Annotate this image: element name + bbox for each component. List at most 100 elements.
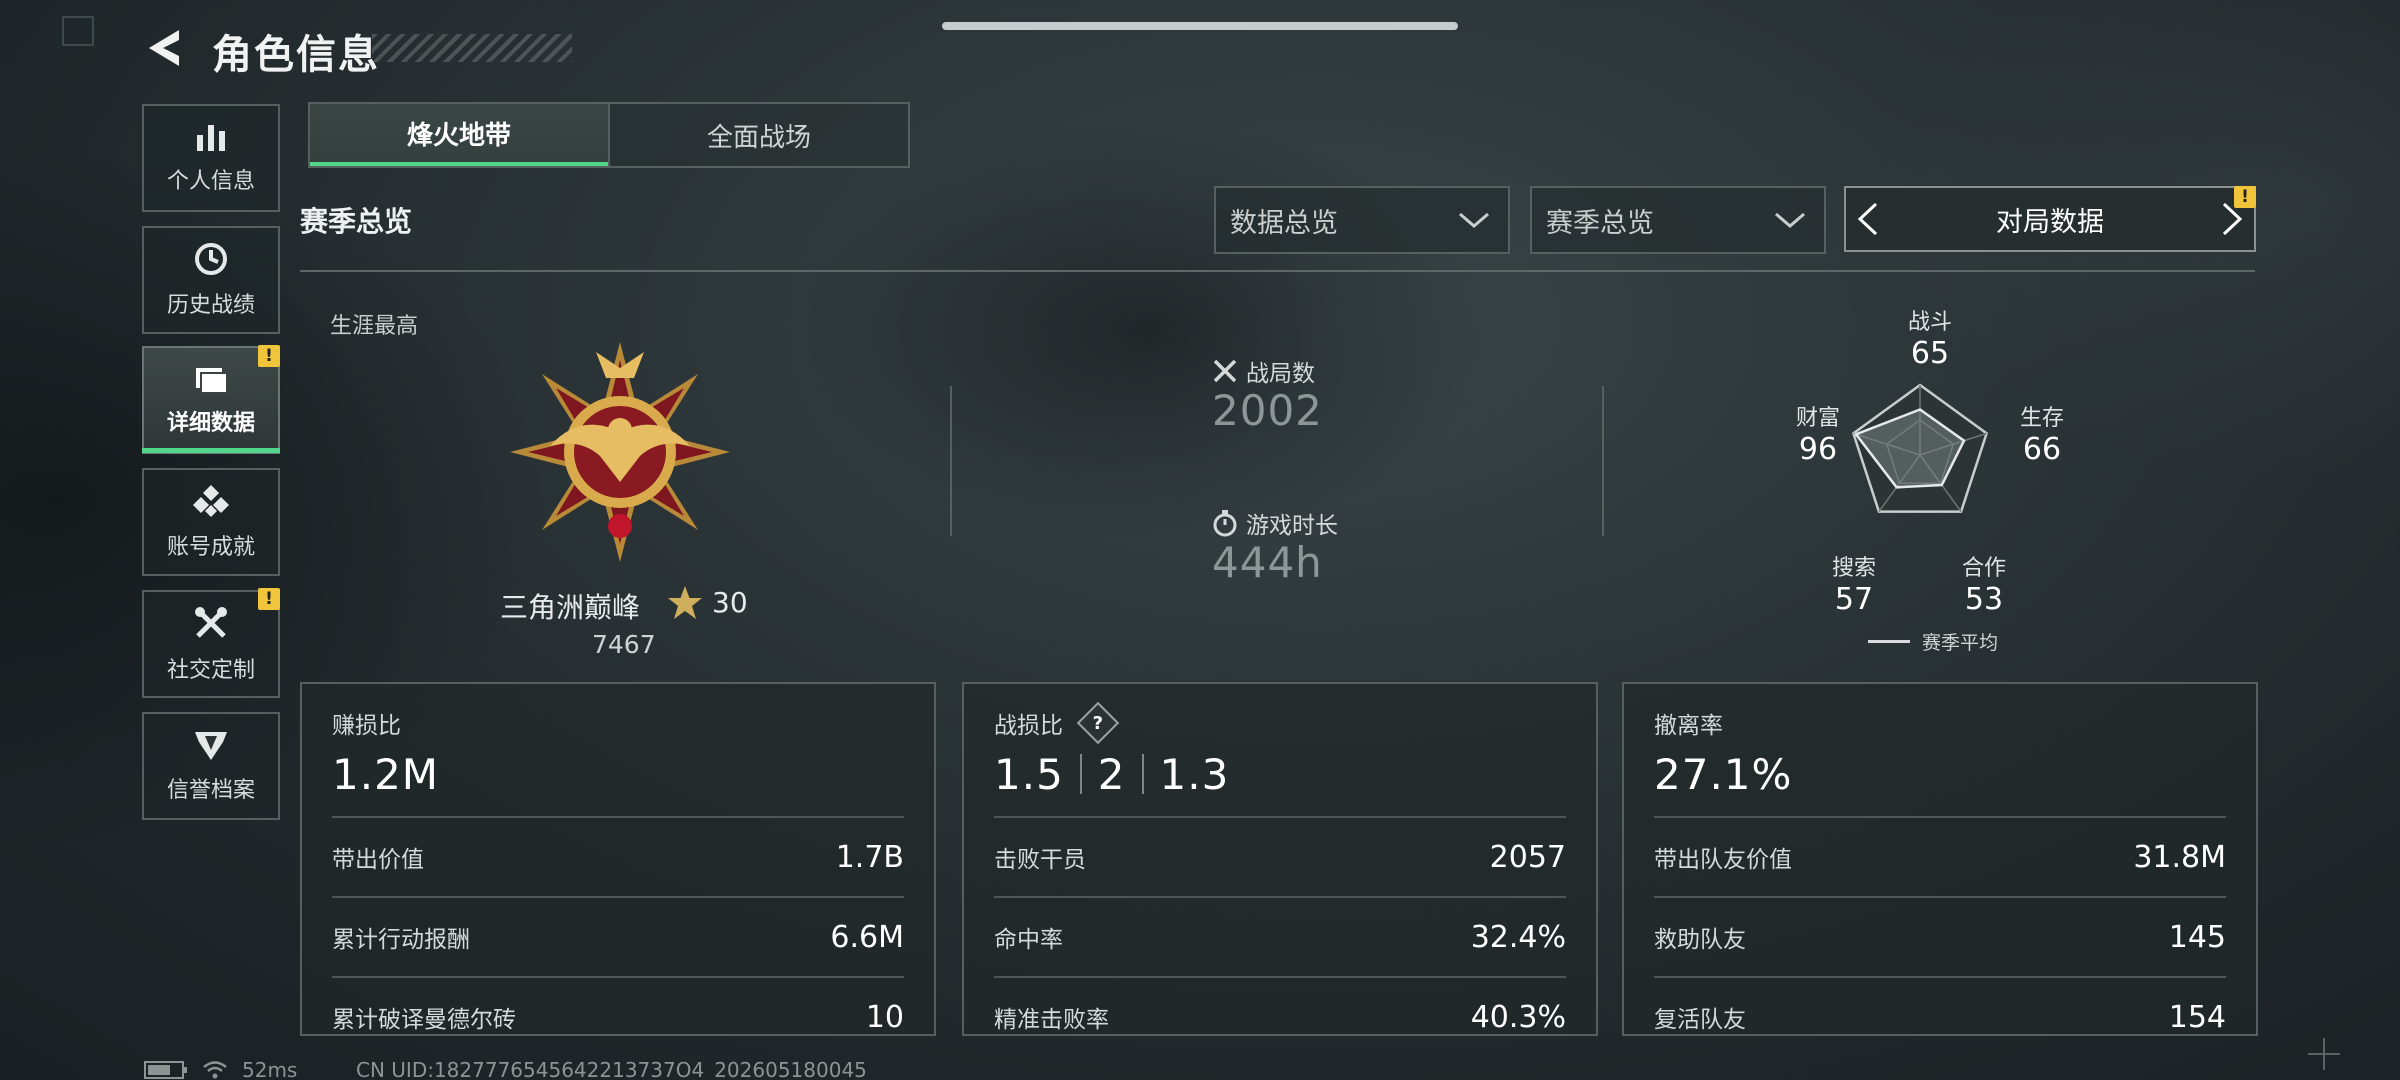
card-main-value: 1.5 2 1.3	[994, 746, 1566, 802]
playtime-value: 444h	[1212, 538, 1323, 587]
stat-row: 累计破译曼德尔砖 10	[332, 976, 904, 1056]
divider	[950, 386, 952, 536]
crossed-swords-icon	[1213, 359, 1237, 383]
stat-row: 带出价值 1.7B	[332, 816, 904, 896]
profit-loss-card: 赚损比 1.2M 带出价值 1.7B 累计行动报酬 6.6M 累计破译曼德尔砖 10	[300, 682, 936, 1036]
home-indicator[interactable]	[942, 22, 1458, 30]
corner-frame	[62, 16, 94, 46]
active-indicator	[142, 448, 280, 453]
chevron-left-icon[interactable]	[1856, 201, 1880, 237]
card-title-text: 战损比	[994, 713, 1063, 739]
warning-badge: !	[258, 588, 280, 610]
wrench-icon	[195, 607, 227, 638]
card-title-text: 赚损比	[332, 713, 401, 739]
stat-key: 带出队友价值	[1654, 847, 1792, 873]
stat-row: 命中率 32.4%	[994, 896, 1566, 976]
rank-name: 三角洲巅峰	[500, 591, 641, 624]
stat-value: 31.8M	[2133, 839, 2226, 875]
match-data-pager: 对局数据	[1844, 186, 2256, 252]
sidebar-item-history[interactable]: 历史战绩	[142, 226, 280, 334]
back-button[interactable]	[140, 22, 190, 74]
dropdown-value: 数据总览	[1230, 207, 1338, 239]
radar-label: 搜索	[1831, 556, 1876, 581]
radar-value: 65	[1910, 336, 1950, 371]
radar-value: 96	[1798, 432, 1838, 467]
history-clock-icon	[195, 243, 227, 275]
tab-hazard-zone[interactable]: 烽火地带	[310, 104, 608, 166]
radar-axis-teamwork: 合作 53	[1944, 550, 2024, 617]
radar-axis-survival: 生存 66	[2002, 400, 2082, 467]
help-glyph: ?	[1092, 712, 1104, 734]
stat-key: 复活队友	[1654, 1007, 1746, 1033]
chevron-down-icon	[1775, 212, 1805, 228]
stopwatch-icon	[1213, 510, 1237, 537]
radar-axis-combat: 战斗 65	[1890, 304, 1970, 371]
stat-value: 6.6M	[830, 919, 904, 955]
sidebar-item-label: 详细数据	[166, 411, 255, 436]
radar-axis-search: 搜索 57	[1814, 550, 1894, 617]
stat-key: 精准击败率	[994, 1007, 1109, 1033]
ping-value: 52ms	[242, 1058, 298, 1080]
stat-row: 累计行动报酬 6.6M	[332, 896, 904, 976]
stat-key: 累计行动报酬	[332, 927, 470, 953]
matches-label: 战局数	[1212, 354, 1315, 388]
radar-label: 财富	[1795, 406, 1840, 431]
sidebar-item-achievements[interactable]: 账号成就	[142, 468, 280, 576]
stat-value: 40.3%	[1470, 999, 1566, 1035]
card-rows: 击败干员 2057 命中率 32.4% 精准击败率 40.3%	[994, 816, 1566, 1056]
sidebar-item-credit[interactable]: 信誉档案	[142, 712, 280, 820]
stat-key: 累计破译曼德尔砖	[332, 1007, 516, 1033]
matches-label-text: 战局数	[1246, 361, 1315, 387]
divider	[1602, 386, 1604, 536]
radar-value: 57	[1834, 582, 1874, 617]
dropdown-value: 赛季总览	[1546, 207, 1654, 239]
kd-value-1: 1.5	[994, 749, 1064, 799]
stat-value: 1.7B	[835, 839, 904, 875]
separator	[1141, 754, 1144, 794]
radar-label: 战斗	[1907, 310, 1952, 335]
status-bar: 52ms	[144, 1058, 297, 1080]
sidebar-item-label: 社交定制	[166, 658, 255, 683]
matches-value: 2002	[1212, 386, 1323, 435]
sidebar-item-personal-info[interactable]: 个人信息	[142, 104, 280, 212]
legend-swatch	[1868, 640, 1910, 643]
bar-chart-icon	[197, 125, 225, 151]
sidebar-item-label: 信誉档案	[166, 778, 255, 803]
stat-key: 救助队友	[1654, 927, 1746, 953]
sidebar-item-label: 历史战绩	[166, 293, 255, 318]
tab-full-battlefield[interactable]: 全面战场	[608, 104, 908, 166]
sidebar-item-label: 账号成就	[166, 535, 255, 560]
card-title: 赚损比	[332, 706, 904, 740]
radar-value: 66	[2022, 432, 2062, 467]
card-main-value: 27.1%	[1654, 749, 1793, 799]
sidebar-item-label: 个人信息	[166, 169, 255, 194]
title-stripe-decoration	[372, 34, 572, 62]
rank-score: 7467	[592, 630, 656, 659]
rank-star-count: 30	[712, 586, 748, 619]
playtime-label-text: 游戏时长	[1246, 513, 1338, 539]
page-title: 角色信息	[212, 32, 380, 78]
stat-value: 32.4%	[1470, 919, 1566, 955]
season-dropdown[interactable]: 赛季总览	[1530, 186, 1826, 254]
card-title: 撤离率	[1654, 706, 2226, 740]
battery-icon	[144, 1061, 187, 1079]
kd-value-2: 2	[1097, 749, 1126, 799]
crosshair-icon	[2308, 1038, 2340, 1070]
warning-badge: !	[258, 345, 280, 367]
kd-ratio-card: 战损比 ? 1.5 2 1.3 击败干员 2057 命中率 32.4% 精准击败率 4…	[962, 682, 1598, 1036]
card-title: 战损比 ?	[994, 701, 1566, 745]
credit-emblem-icon	[195, 732, 227, 760]
stat-value: 2057	[1489, 839, 1566, 875]
help-icon[interactable]: ?	[1076, 701, 1120, 745]
stat-value: 145	[2168, 919, 2226, 955]
stat-row: 救助队友 145	[1654, 896, 2226, 976]
user-uid: CN UID:1827776545642213737O4_20260518004…	[356, 1058, 867, 1080]
radar-label: 合作	[1961, 556, 2006, 581]
section-title: 赛季总览	[300, 205, 413, 238]
card-main-value: 1.2M	[332, 749, 440, 799]
stat-key: 击败干员	[994, 847, 1086, 873]
back-arrow-icon	[149, 30, 179, 66]
data-overview-dropdown[interactable]: 数据总览	[1214, 186, 1510, 254]
stat-row: 精准击败率 40.3%	[994, 976, 1566, 1056]
stat-row: 带出队友价值 31.8M	[1654, 816, 2226, 896]
